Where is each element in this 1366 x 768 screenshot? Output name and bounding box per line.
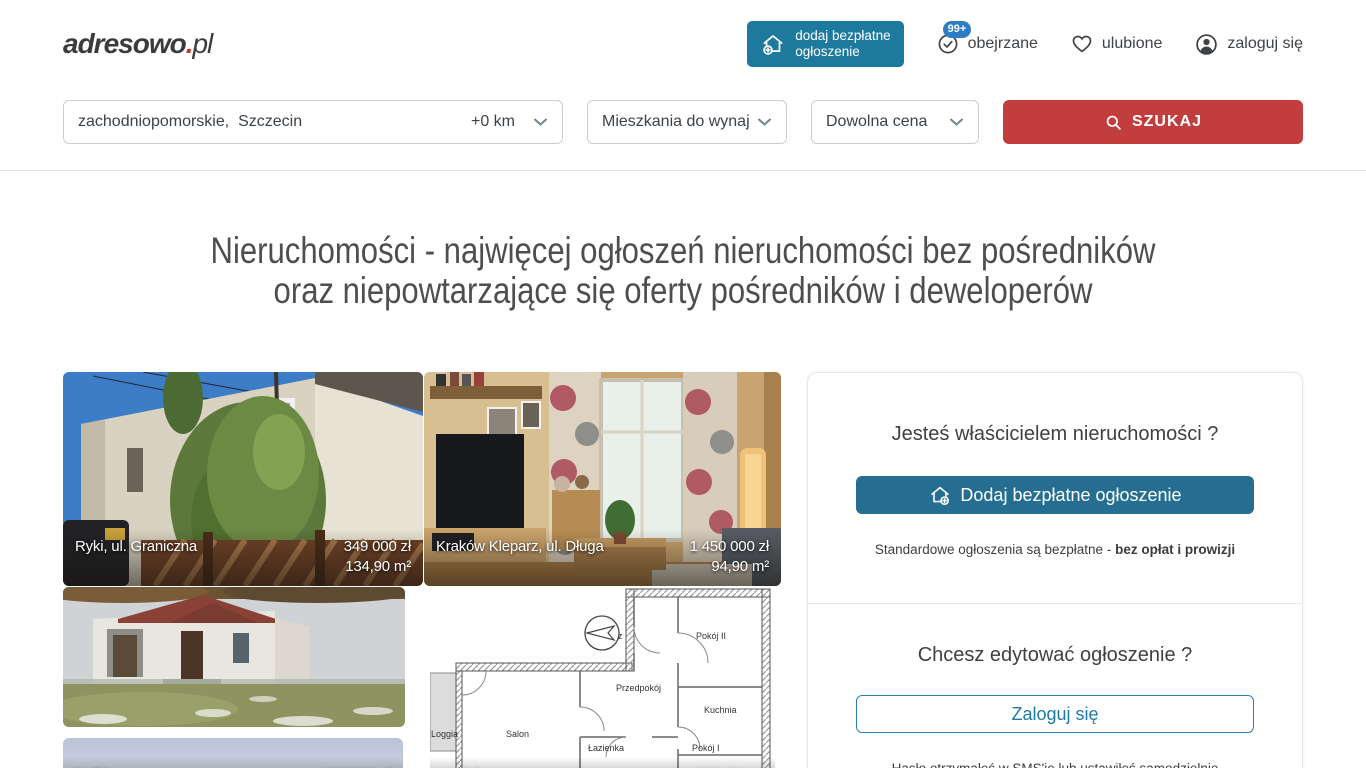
logo[interactable]: adresowo.pl bbox=[63, 28, 212, 60]
user-icon bbox=[1194, 32, 1219, 57]
floorplan-room-label: Loggia bbox=[431, 729, 458, 739]
edit-heading: Chcesz edytować ogłoszenie ? bbox=[856, 644, 1254, 667]
page-title: Nieruchomości - najwięcej ogłoszeń nieru… bbox=[0, 231, 1366, 311]
category-select[interactable]: Mieszkania do wynajęcia bbox=[587, 100, 787, 144]
floorplan-compass-label: z bbox=[618, 631, 623, 641]
price-select[interactable]: Dowolna cena bbox=[811, 100, 979, 144]
listings-mosaic: Ryki, ul. Graniczna 349 000 zł 134,90 m² bbox=[63, 372, 781, 768]
listing-caption: Delki... 895 000 zł bbox=[63, 757, 403, 768]
listing-tile[interactable] bbox=[63, 587, 405, 727]
owner-section: Jesteś właścicielem nieruchomości ? Doda… bbox=[808, 373, 1302, 603]
page-title-line1: Nieruchomości - najwięcej ogłoszeń nieru… bbox=[109, 231, 1256, 271]
main-content: Ryki, ul. Graniczna 349 000 zł 134,90 m² bbox=[63, 372, 1303, 768]
add-listing-label-line2: ogłoszenie bbox=[795, 44, 860, 59]
search-button[interactable]: SZUKAJ bbox=[1003, 100, 1303, 144]
chevron-down-icon bbox=[757, 117, 772, 127]
listing-area: 94,90 m² bbox=[711, 558, 769, 575]
floorplan-room-label: Kuchnia bbox=[704, 705, 737, 715]
location-field: +0 km bbox=[63, 100, 563, 144]
viewed-count-badge: 99+ bbox=[943, 21, 972, 38]
winter-house-photo bbox=[63, 587, 405, 727]
listing-tile[interactable]: Ryki, ul. Graniczna 349 000 zł 134,90 m² bbox=[63, 372, 423, 586]
owner-note: Standardowe ogłoszenia są bezpłatne - be… bbox=[856, 542, 1254, 557]
listing-price: 1 450 000 zł bbox=[690, 538, 769, 555]
viewed-link[interactable]: 99+ obejrzane bbox=[936, 32, 1038, 56]
search-bar: +0 km Mieszkania do wynajęcia Dowolna ce… bbox=[0, 88, 1366, 171]
listing-caption: Kraków Kleparz, ul. Długa 1 450 000 zł 9… bbox=[424, 529, 781, 586]
login-label: zaloguj się bbox=[1227, 35, 1303, 53]
search-icon bbox=[1104, 113, 1123, 132]
house-plus-icon bbox=[928, 483, 952, 507]
owner-panel: Jesteś właścicielem nieruchomości ? Doda… bbox=[807, 372, 1303, 768]
edit-section: Chcesz edytować ogłoszenie ? Zaloguj się… bbox=[808, 604, 1302, 768]
listing-title: Kraków Kleparz, ul. Długa bbox=[436, 537, 604, 557]
owner-note-bold: bez opłat i prowizji bbox=[1115, 542, 1235, 557]
edit-note: Hasło otrzymałeś w SMS'ie lub ustawiłeś … bbox=[856, 761, 1254, 768]
logo-name: adresowo bbox=[63, 28, 186, 59]
location-input[interactable] bbox=[78, 113, 459, 131]
logo-tld: pl bbox=[192, 28, 212, 59]
floorplan-room-label: Pokój II bbox=[696, 631, 726, 641]
listing-caption: Kraków Nowa Huta, os... 600 000 zł bbox=[430, 757, 775, 768]
listing-title: Ryki, ul. Graniczna bbox=[75, 537, 197, 557]
floorplan-room-label: Przedpokój bbox=[616, 683, 661, 693]
favorites-label: ulubione bbox=[1102, 35, 1163, 53]
header-actions: dodaj bezpłatne ogłoszenie 99+ obejrzane bbox=[747, 21, 1303, 67]
page-title-line2: oraz niepowtarzające się oferty pośredni… bbox=[109, 271, 1256, 311]
listing-area: 134,90 m² bbox=[345, 558, 411, 575]
owner-heading: Jesteś właścicielem nieruchomości ? bbox=[856, 423, 1254, 446]
floor-plan-image: z Pokój II Przedpokój Kuchnia Salon Logg… bbox=[430, 587, 775, 768]
listing-price: 349 000 zł bbox=[344, 538, 411, 555]
floorplan-room-label: Salon bbox=[506, 729, 529, 739]
login-link[interactable]: zaloguj się bbox=[1194, 32, 1303, 57]
login-sidebar-button[interactable]: Zaloguj się bbox=[856, 695, 1254, 733]
category-value: Mieszkania do wynajęcia bbox=[602, 113, 749, 131]
chevron-down-icon bbox=[949, 117, 964, 127]
favorites-link[interactable]: ulubione bbox=[1070, 32, 1163, 56]
house-plus-icon bbox=[760, 31, 786, 57]
listing-tile[interactable]: z Pokój II Przedpokój Kuchnia Salon Logg… bbox=[430, 587, 775, 768]
add-listing-label-line1: dodaj bezpłatne bbox=[795, 28, 890, 43]
heart-icon bbox=[1070, 32, 1094, 56]
search-button-label: SZUKAJ bbox=[1132, 113, 1202, 131]
add-listing-sidebar-button[interactable]: Dodaj bezpłatne ogłoszenie bbox=[856, 476, 1254, 514]
add-listing-button[interactable]: dodaj bezpłatne ogłoszenie bbox=[747, 21, 903, 67]
listing-tile[interactable]: Kraków Kleparz, ul. Długa 1 450 000 zł 9… bbox=[424, 372, 781, 586]
floorplan-room-label: Pokój I bbox=[692, 743, 720, 753]
listing-tile[interactable]: Delki... 895 000 zł bbox=[63, 738, 403, 768]
listing-caption: Ryki, ul. Graniczna 349 000 zł 134,90 m² bbox=[63, 529, 423, 586]
price-value: Dowolna cena bbox=[826, 113, 941, 131]
chevron-down-icon[interactable] bbox=[533, 117, 548, 127]
viewed-label: obejrzane bbox=[968, 35, 1038, 53]
radius-value[interactable]: +0 km bbox=[471, 113, 515, 131]
add-listing-sidebar-label: Dodaj bezpłatne ogłoszenie bbox=[960, 485, 1181, 506]
header: adresowo.pl dodaj bezpłatne ogłoszenie bbox=[0, 0, 1366, 88]
floorplan-room-label: Łazienka bbox=[588, 743, 624, 753]
